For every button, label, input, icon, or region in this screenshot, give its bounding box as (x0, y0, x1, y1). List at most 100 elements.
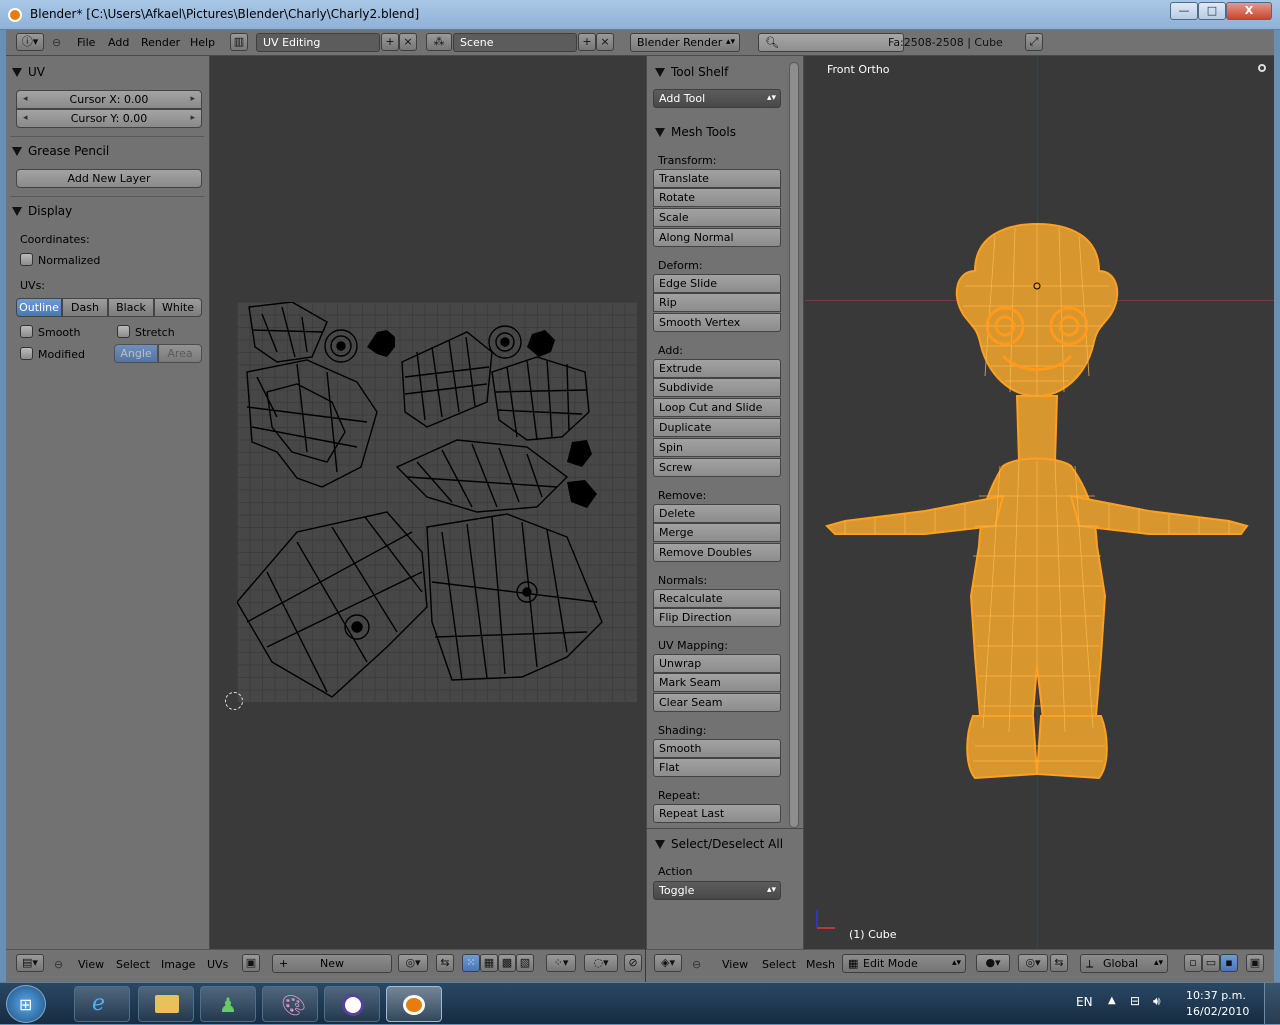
render-engine-select[interactable]: Blender Render ▴▾ (630, 33, 740, 52)
occlude-geometry-icon[interactable]: ▣ (1246, 954, 1264, 972)
stretch-angle-toggle[interactable]: Angle (114, 344, 158, 363)
menu-select[interactable]: Select (116, 958, 150, 971)
extrude-button[interactable]: Extrude (653, 359, 781, 378)
manipulator-icon[interactable]: ⇆ (1050, 954, 1068, 972)
arrow-left-icon[interactable]: ◂ (23, 110, 28, 127)
3d-viewport[interactable]: Front Ortho (1) Cube (805, 56, 1274, 949)
mark-seam-button[interactable]: Mark Seam (653, 673, 781, 692)
rotate-button[interactable]: Rotate (653, 188, 781, 207)
cursor-x-field[interactable]: ◂ Cursor X: 0.00 ▸ (16, 90, 202, 109)
menu-view[interactable]: View (722, 958, 748, 971)
orientation-select[interactable]: ⟂ Global ▴▾ (1080, 954, 1168, 973)
add-scene-icon[interactable]: + (578, 33, 596, 51)
subdivide-button[interactable]: Subdivide (653, 378, 781, 397)
edge-select-mode-icon[interactable]: ▭ (1202, 954, 1220, 972)
menu-mesh[interactable]: Mesh (806, 958, 835, 971)
uv-image-editor-viewport[interactable] (211, 56, 645, 949)
screen-layout-field[interactable]: UV Editing (256, 33, 380, 52)
smooth-vertex-button[interactable]: Smooth Vertex (653, 313, 781, 332)
add-screen-icon[interactable]: + (381, 33, 399, 51)
delete-button[interactable]: Delete (653, 504, 781, 523)
network-icon[interactable]: ⊟ (1130, 994, 1140, 1008)
uv-grid-canvas[interactable] (225, 301, 637, 710)
flip-direction-button[interactable]: Flip Direction (653, 608, 781, 627)
pivot-icon[interactable]: ◎▾ (398, 954, 428, 972)
cursor-y-field[interactable]: ◂ Cursor Y: 0.00 ▸ (16, 109, 202, 128)
mesh-tools-header[interactable]: Mesh Tools (655, 125, 736, 139)
clock-date[interactable]: 16/02/2010 (1186, 1005, 1249, 1018)
internet-explorer-icon[interactable]: e (74, 986, 130, 1022)
remove-scene-icon[interactable]: × (596, 33, 614, 51)
editor-type-3d-icon[interactable]: ◈▾ (654, 954, 682, 972)
unwrap-button[interactable]: Unwrap (653, 654, 781, 673)
tool-shelf-scrollbar[interactable] (789, 62, 799, 828)
edge-select-icon[interactable]: ▦ (480, 954, 498, 972)
scene-icon[interactable]: ⁂ (426, 33, 452, 51)
show-hidden-icons-icon[interactable]: ▲ (1108, 995, 1116, 1006)
messenger-icon[interactable]: ♟ (200, 986, 256, 1022)
action-select[interactable]: Toggle ▴▾ (653, 881, 781, 900)
smooth-checkbox[interactable] (20, 325, 33, 338)
spin-button[interactable]: Spin (653, 438, 781, 457)
uv-mode-outline[interactable]: Outline (16, 298, 62, 317)
collapse-menu-icon[interactable]: ⊖ (54, 958, 63, 971)
screen-layout-icon[interactable]: ▥ (230, 33, 248, 51)
editor-type-info-icon[interactable]: ⓘ▾ (16, 33, 44, 51)
add-new-layer-button[interactable]: Add New Layer (16, 169, 202, 188)
rip-button[interactable]: Rip (653, 293, 781, 312)
edge-slide-button[interactable]: Edge Slide (653, 274, 781, 293)
screw-button[interactable]: Screw (653, 458, 781, 477)
uv-mode-dash[interactable]: Dash (62, 298, 108, 317)
snap-icon[interactable]: ⊘ (624, 954, 642, 972)
modified-checkbox[interactable] (20, 347, 33, 360)
face-select-mode-icon[interactable]: ▪ (1220, 954, 1238, 972)
editor-type-image-icon[interactable]: ▤▾ (16, 954, 44, 972)
island-select-icon[interactable]: ▧ (516, 954, 534, 972)
vertex-select-icon[interactable]: ⁙ (462, 954, 480, 972)
face-select-icon[interactable]: ▩ (498, 954, 516, 972)
show-desktop-button[interactable] (1264, 983, 1280, 1025)
uv-mode-black[interactable]: Black (108, 298, 154, 317)
new-image-button[interactable]: + New (272, 954, 392, 973)
clock-time[interactable]: 10:37 p.m. (1186, 989, 1246, 1002)
arrow-left-icon[interactable]: ◂ (23, 91, 28, 108)
scale-button[interactable]: Scale (653, 208, 781, 227)
close-button[interactable]: X (1226, 2, 1272, 20)
image-browse-icon[interactable]: ▣ (242, 954, 260, 972)
language-indicator[interactable]: EN (1076, 995, 1093, 1009)
collapse-menu-icon[interactable]: ⊖ (692, 958, 701, 971)
minimize-button[interactable]: — (1170, 2, 1198, 20)
stretch-area-toggle[interactable]: Area (158, 344, 202, 363)
arrow-right-icon[interactable]: ▸ (190, 110, 195, 127)
grease-pencil-section-header[interactable]: Grease Pencil (12, 144, 109, 158)
menu-file[interactable]: File (77, 36, 95, 49)
uv-section-header[interactable]: UV (12, 65, 45, 79)
stretch-checkbox[interactable] (117, 325, 130, 338)
add-tool-select[interactable]: Add Tool ▴▾ (653, 89, 781, 108)
sync-selection-icon[interactable]: ⇆ (436, 954, 454, 972)
duplicate-button[interactable]: Duplicate (653, 418, 781, 437)
menu-render[interactable]: Render (141, 36, 180, 49)
repeat-last-button[interactable]: Repeat Last (653, 804, 781, 823)
uv-mode-white[interactable]: White (154, 298, 202, 317)
translate-button[interactable]: Translate (653, 169, 781, 188)
along-normal-button[interactable]: Along Normal (653, 228, 781, 247)
media-player-icon[interactable] (324, 986, 380, 1022)
search-input[interactable]: 🔍︎ (758, 33, 904, 52)
display-section-header[interactable]: Display (12, 204, 72, 218)
collapse-menu-icon[interactable]: ⊖ (52, 36, 61, 49)
volume-icon[interactable]: 🔊︎ (1153, 994, 1161, 1009)
maximize-button[interactable]: □ (1198, 2, 1226, 20)
menu-add[interactable]: Add (108, 36, 129, 49)
uv-2d-cursor[interactable] (225, 692, 243, 710)
select-deselect-all-header[interactable]: Select/Deselect All (655, 837, 783, 851)
remove-screen-icon[interactable]: × (399, 33, 417, 51)
scene-field[interactable]: Scene (453, 33, 577, 52)
menu-image[interactable]: Image (161, 958, 195, 971)
loop-cut-and-slide-button[interactable]: Loop Cut and Slide (653, 398, 781, 417)
menu-help[interactable]: Help (190, 36, 215, 49)
mode-select[interactable]: ▦ Edit Mode ▴▾ (842, 954, 966, 973)
viewport-shading-icon[interactable]: ●▾ (976, 954, 1010, 972)
proportional-edit-icon[interactable]: ◌▾ (584, 954, 618, 972)
menu-uvs[interactable]: UVs (207, 958, 228, 971)
